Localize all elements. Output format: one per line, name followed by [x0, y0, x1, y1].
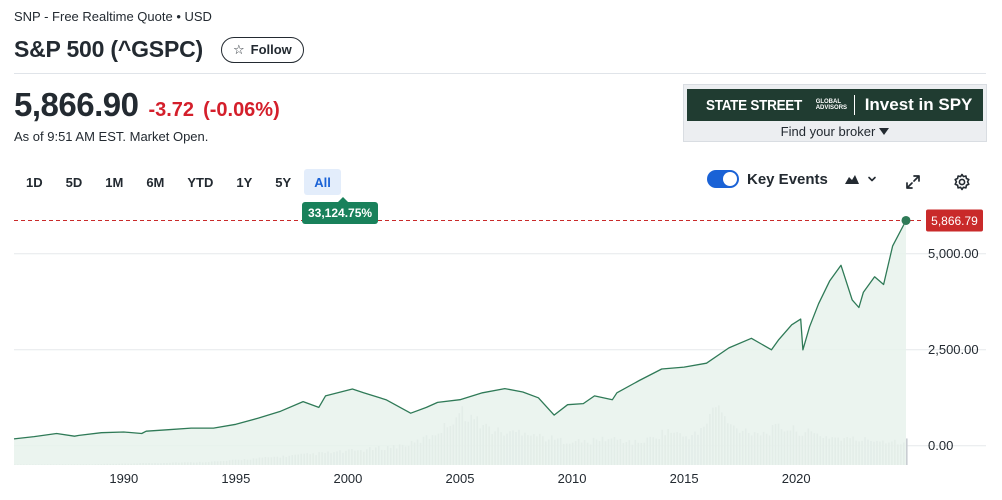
- y-axis: 0.00 2,500.00 5,000.00: [928, 246, 979, 453]
- y-tick-label: 2,500.00: [928, 342, 979, 357]
- y-tick-label: 5,000.00: [928, 246, 979, 261]
- x-tick-label: 2020: [782, 471, 811, 486]
- ad-banner[interactable]: STATE STREET GLOBAL ADVISORS Invest in S…: [687, 89, 983, 121]
- price-row: 5,866.90 -3.72 (-0.06%): [14, 86, 280, 124]
- key-events-label: Key Events: [747, 170, 828, 188]
- x-tick-label: 2010: [558, 471, 587, 486]
- follow-button[interactable]: ☆ Follow: [220, 36, 304, 63]
- header-divider: [14, 73, 986, 74]
- page-title: S&P 500 (^GSPC): [14, 36, 203, 62]
- find-broker-label: Find your broker: [780, 124, 876, 139]
- x-tick-label: 2000: [333, 471, 362, 486]
- star-icon: ☆: [232, 41, 245, 57]
- price-chart[interactable]: 0.00 2,500.00 5,000.00 1990 1995 2000 2005 201…: [0, 200, 1002, 500]
- chevron-down-icon: [868, 176, 876, 182]
- last-price-point: [901, 215, 911, 225]
- ad-separator: [853, 95, 855, 115]
- current-price: 5,866.90: [14, 86, 139, 123]
- x-axis: 1990 1995 2000 2005 2010 2015 2020: [109, 471, 810, 486]
- caret-down-icon: [879, 128, 890, 135]
- ad-container[interactable]: STATE STREET GLOBAL ADVISORS Invest in S…: [683, 84, 987, 142]
- range-return-tooltip: 33,124.75%: [302, 197, 379, 224]
- x-tick-label: 2005: [446, 471, 475, 486]
- range-1m[interactable]: 1M: [95, 169, 133, 195]
- range-1d[interactable]: 1D: [16, 169, 53, 195]
- as-of-timestamp: As of 9:51 AM EST. Market Open.: [14, 129, 209, 144]
- chart-type-selector[interactable]: [844, 173, 878, 185]
- title-row: S&P 500 (^GSPC) ☆ Follow: [14, 36, 304, 63]
- y-tick-label: 0.00: [928, 438, 953, 453]
- chart-controls: Key Events: [707, 170, 878, 188]
- range-5y[interactable]: 5Y: [265, 169, 301, 195]
- gear-icon[interactable]: [952, 172, 972, 192]
- find-broker-link[interactable]: Find your broker: [684, 124, 986, 139]
- ad-brand-logo: STATE STREET: [706, 96, 803, 114]
- chart-type-icon: [844, 175, 859, 184]
- price-change: -3.72: [148, 99, 195, 121]
- ad-brand-sub: GLOBAL ADVISORS: [815, 99, 848, 111]
- key-events-toggle[interactable]: [707, 170, 739, 188]
- range-5d[interactable]: 5D: [56, 169, 93, 195]
- volume-bar: [906, 438, 908, 465]
- range-6m[interactable]: 6M: [136, 169, 174, 195]
- range-1y[interactable]: 1Y: [226, 169, 262, 195]
- last-price-tag: 5,866.79: [926, 209, 983, 232]
- range-selector: 1D 5D 1M 6M YTD 1Y 5Y All: [16, 169, 344, 195]
- range-all[interactable]: All: [304, 169, 341, 195]
- expand-icon[interactable]: [904, 173, 922, 191]
- price-area-fill: [14, 220, 906, 465]
- range-ytd[interactable]: YTD: [177, 169, 223, 195]
- price-change-percent: (-0.06%): [203, 99, 280, 121]
- x-tick-label: 1990: [109, 471, 138, 486]
- x-tick-label: 1995: [221, 471, 250, 486]
- ad-cta: Invest in SPY: [864, 95, 973, 114]
- quote-source: SNP - Free Realtime Quote • USD: [14, 9, 212, 24]
- follow-label: Follow: [250, 42, 292, 57]
- x-tick-label: 2015: [670, 471, 699, 486]
- last-price-tag-label: 5,866.79: [931, 214, 978, 228]
